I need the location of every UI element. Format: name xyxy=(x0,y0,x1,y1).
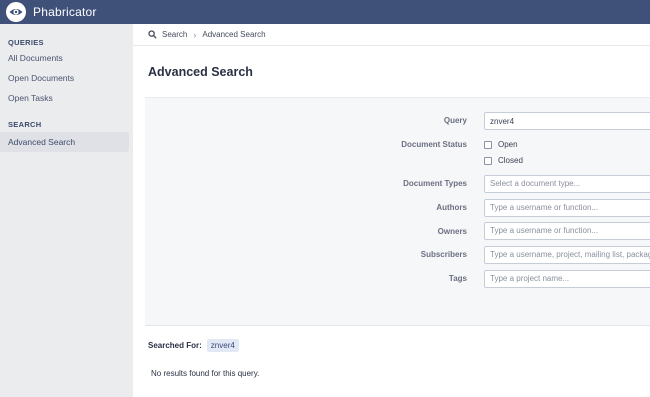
breadcrumb-search[interactable]: Search xyxy=(162,30,187,39)
document-status-label: Document Status xyxy=(401,140,467,149)
sidebar-item-open-tasks[interactable]: Open Tasks xyxy=(0,88,129,108)
document-types-input[interactable]: Select a document type... xyxy=(484,175,650,193)
open-checkbox[interactable] xyxy=(484,140,492,149)
sidebar-item-advanced-search[interactable]: Advanced Search xyxy=(0,132,129,152)
authors-input[interactable]: Type a username or function... xyxy=(484,199,650,217)
query-label: Query xyxy=(443,116,467,125)
no-results-message: No results found for this query. xyxy=(151,369,260,378)
page-title: Advanced Search xyxy=(148,65,253,79)
tags-label: Tags xyxy=(448,274,467,283)
app-name[interactable]: Phabricator xyxy=(33,5,97,19)
owners-label: Owners xyxy=(437,227,467,236)
breadcrumb-advanced-search[interactable]: Advanced Search xyxy=(202,30,265,39)
owners-input[interactable]: Type a username or function... xyxy=(484,222,650,240)
subscribers-label: Subscribers xyxy=(420,250,467,259)
subscribers-input[interactable]: Type a username, project, mailing list, … xyxy=(484,246,650,264)
sidebar-header-search: SEARCH xyxy=(8,120,42,129)
status-closed-option[interactable]: Closed xyxy=(484,156,523,165)
searched-for-label: Searched For: xyxy=(148,341,202,350)
sidebar: QUERIES All Documents Open Documents Ope… xyxy=(0,24,133,397)
tags-input[interactable]: Type a project name... xyxy=(484,270,650,288)
document-types-label: Document Types xyxy=(403,179,467,188)
search-icon xyxy=(148,30,157,39)
sidebar-item-all-documents[interactable]: All Documents xyxy=(0,48,129,68)
authors-label: Authors xyxy=(436,203,467,212)
phabricator-eye-logo-icon[interactable] xyxy=(6,2,26,22)
closed-checkbox-label[interactable]: Closed xyxy=(498,156,523,165)
search-form-panel: Query Document Status Open Closed Docume… xyxy=(145,97,650,326)
chevron-right-icon: › xyxy=(193,29,197,40)
sidebar-item-open-documents[interactable]: Open Documents xyxy=(0,68,129,88)
breadcrumb: Search › Advanced Search xyxy=(133,24,650,46)
search-token[interactable]: znver4 xyxy=(206,339,239,352)
closed-checkbox[interactable] xyxy=(484,156,492,165)
top-navbar: Phabricator xyxy=(0,0,650,24)
searched-for: Searched For: znver4 xyxy=(148,339,239,352)
status-open-option[interactable]: Open xyxy=(484,140,518,149)
query-input[interactable] xyxy=(484,112,650,130)
open-checkbox-label[interactable]: Open xyxy=(498,140,518,149)
